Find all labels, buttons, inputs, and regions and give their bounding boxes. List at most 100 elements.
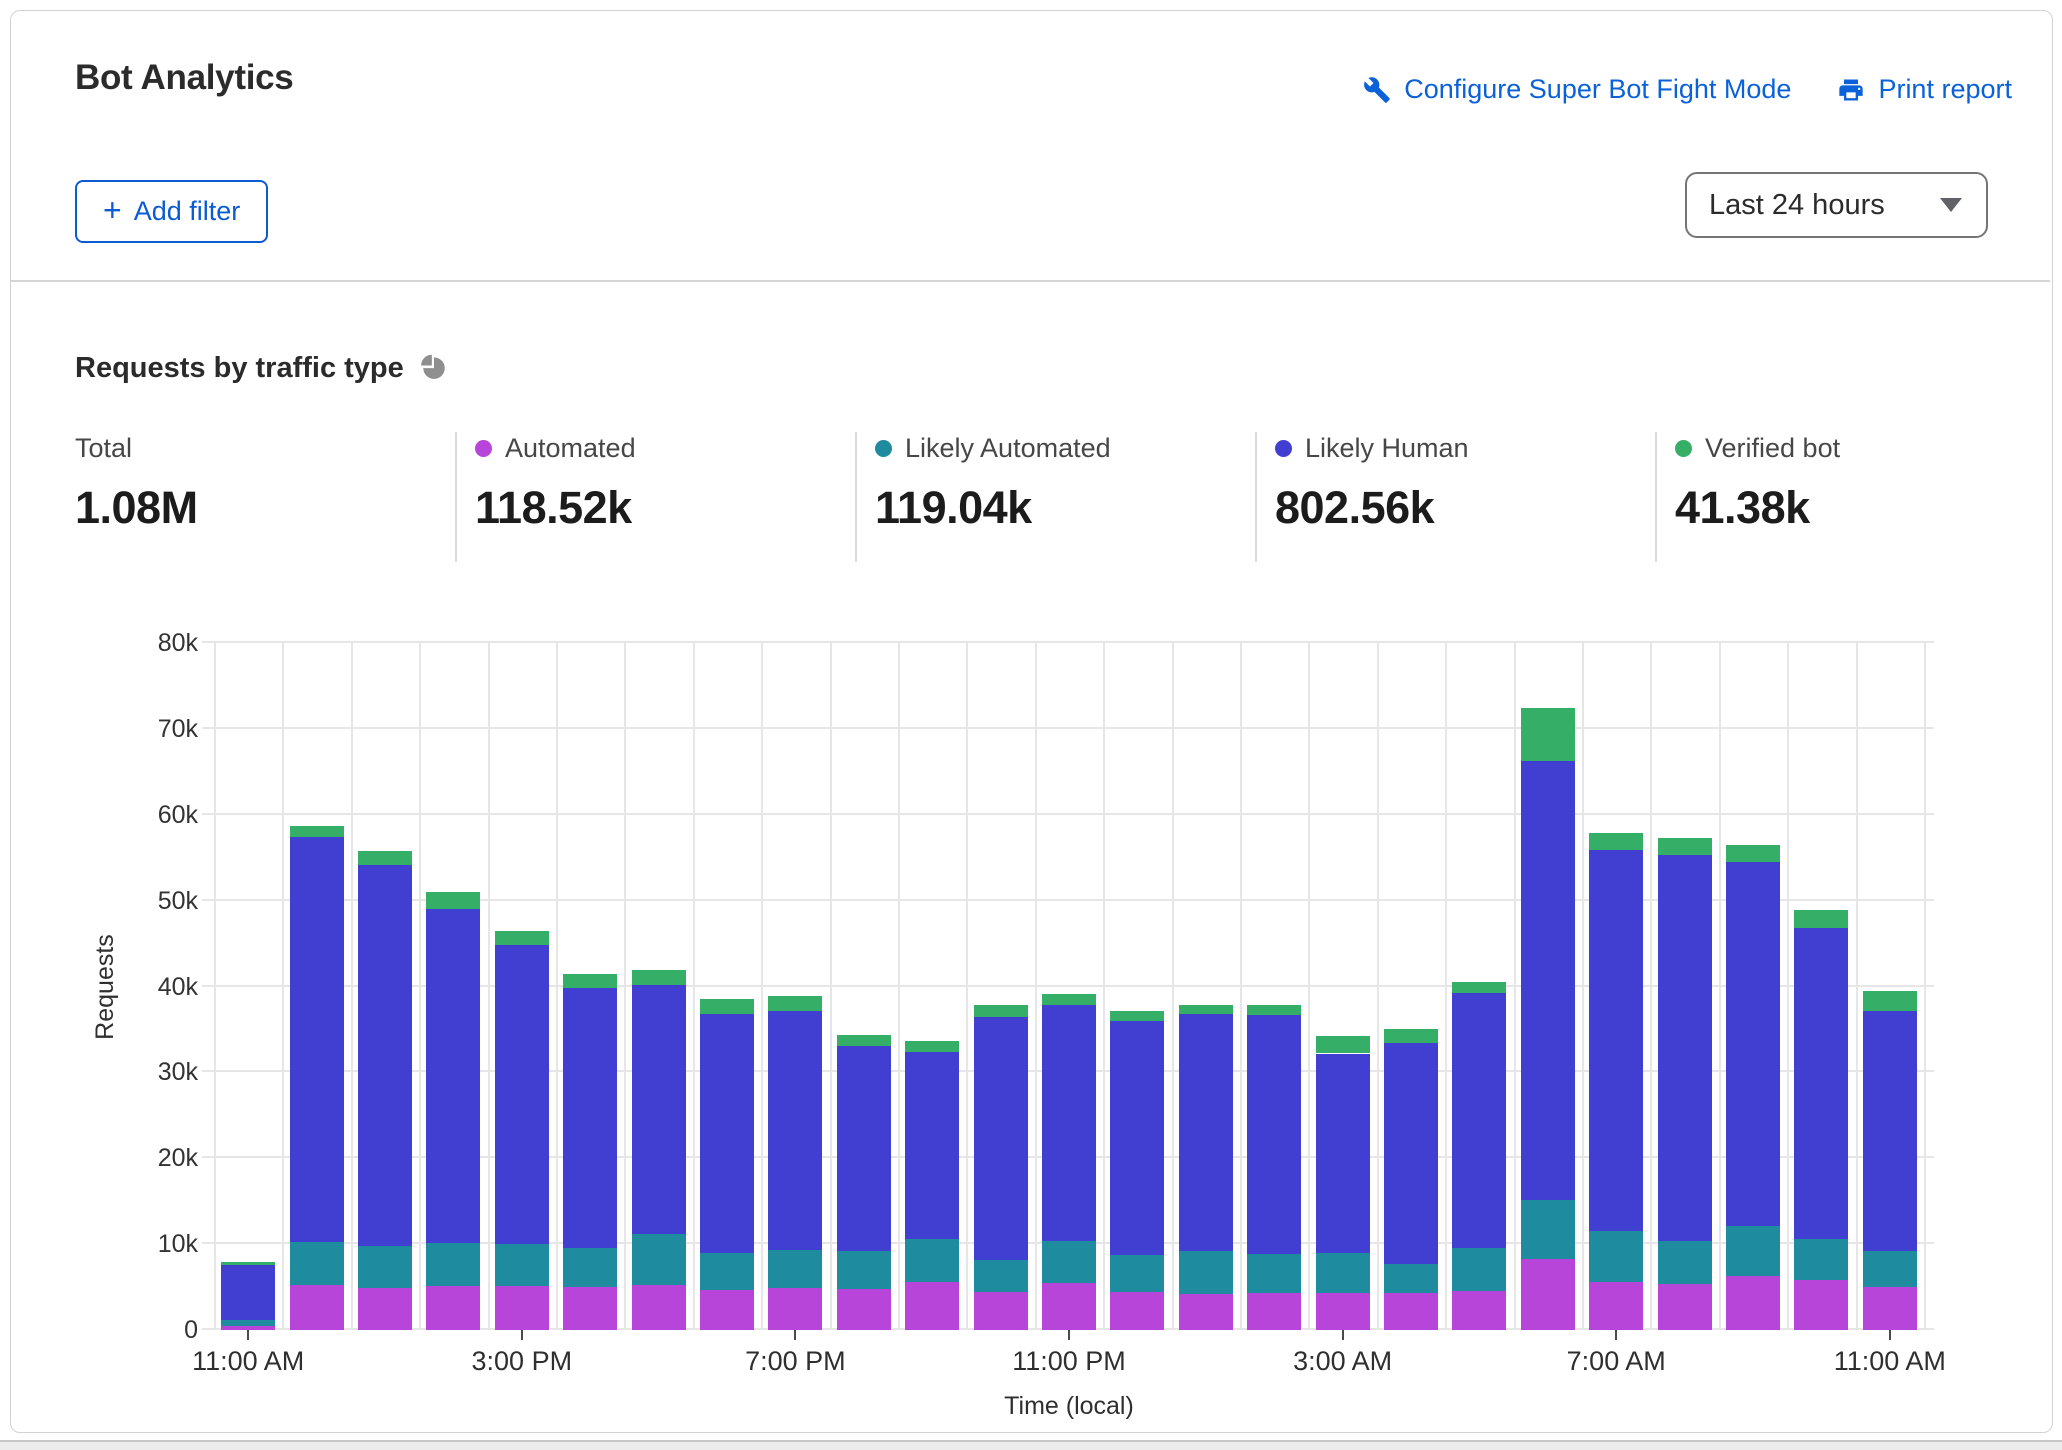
v-gridline (1787, 643, 1789, 1330)
bar-segment-likely-human (358, 865, 412, 1245)
bar-segment-likely-human (700, 1014, 754, 1253)
header-divider (11, 280, 2050, 282)
bar-19-6:00 AM[interactable] (1521, 643, 1575, 1330)
bar-segment-verified-bot (495, 931, 549, 946)
v-gridline (966, 643, 968, 1330)
bar-segment-automated (1863, 1287, 1917, 1330)
bar-2-1:00 PM[interactable] (358, 643, 412, 1330)
time-range-select[interactable]: Last 24 hours (1685, 172, 1988, 238)
bar-13-12:00 AM[interactable] (1110, 643, 1164, 1330)
bar-segment-verified-bot (1589, 833, 1643, 850)
bar-segment-automated (1110, 1292, 1164, 1330)
bar-0-11:00 AM[interactable] (221, 643, 275, 1330)
chevron-down-icon (1940, 198, 1962, 212)
bar-segment-verified-bot (974, 1005, 1028, 1017)
bar-segment-automated (1452, 1291, 1506, 1330)
x-tick-mark (1342, 1330, 1344, 1340)
bar-11-10:00 PM[interactable] (974, 643, 1028, 1330)
bar-12-11:00 PM[interactable] (1042, 643, 1096, 1330)
bar-9-8:00 PM[interactable] (837, 643, 891, 1330)
bar-7-6:00 PM[interactable] (700, 643, 754, 1330)
bar-segment-likely-human (1794, 928, 1848, 1239)
bar-segment-likely-automated (1589, 1231, 1643, 1282)
y-axis-title: Requests (91, 877, 121, 1097)
bar-segment-automated (1316, 1293, 1370, 1330)
bar-segment-verified-bot (426, 892, 480, 909)
bar-segment-verified-bot (358, 851, 412, 866)
bar-segment-verified-bot (1452, 982, 1506, 993)
page-title: Bot Analytics (75, 58, 293, 98)
bar-segment-verified-bot (700, 999, 754, 1014)
bar-segment-likely-automated (1794, 1239, 1848, 1280)
bar-8-7:00 PM[interactable] (768, 643, 822, 1330)
bar-segment-automated (563, 1287, 617, 1330)
bar-segment-likely-human (1042, 1005, 1096, 1240)
bar-segment-automated (426, 1286, 480, 1330)
x-tick-mark (1615, 1330, 1617, 1340)
bar-23-10:00 AM[interactable] (1794, 643, 1848, 1330)
configure-super-bot-fight-mode-link[interactable]: Configure Super Bot Fight Mode (1363, 74, 1791, 105)
bar-segment-automated (1794, 1280, 1848, 1330)
page: Bot Analytics Configure Super Bot Fight … (0, 0, 2062, 1450)
bar-segment-verified-bot (1316, 1036, 1370, 1053)
stat-verified-bot: Verified bot 41.38k (1675, 432, 2035, 534)
bar-segment-automated (1384, 1293, 1438, 1330)
bar-segment-likely-human (1863, 1011, 1917, 1251)
bar-10-9:00 PM[interactable] (905, 643, 959, 1330)
v-gridline (1377, 643, 1379, 1330)
bar-segment-likely-automated (563, 1248, 617, 1288)
bar-segment-likely-human (837, 1046, 891, 1251)
printer-icon (1837, 76, 1865, 104)
section-title-row: Requests by traffic type (75, 352, 448, 385)
bar-segment-likely-human (1179, 1014, 1233, 1251)
bar-segment-automated (700, 1290, 754, 1330)
bar-segment-automated (358, 1288, 412, 1330)
bar-4-3:00 PM[interactable] (495, 643, 549, 1330)
x-tick-mark (1068, 1330, 1070, 1340)
bar-16-3:00 AM[interactable] (1316, 643, 1370, 1330)
bar-segment-likely-automated (974, 1260, 1028, 1293)
bar-segment-verified-bot (1179, 1005, 1233, 1014)
x-tick-mark (521, 1330, 523, 1340)
bar-24-11:00 AM[interactable] (1863, 643, 1917, 1330)
bar-segment-likely-human (1589, 850, 1643, 1231)
bar-segment-automated (1042, 1283, 1096, 1330)
bar-segment-likely-human (221, 1265, 275, 1320)
v-gridline (1650, 643, 1652, 1330)
bar-21-8:00 AM[interactable] (1658, 643, 1712, 1330)
bar-segment-likely-human (563, 988, 617, 1247)
bar-segment-verified-bot (1658, 838, 1712, 855)
bar-6-5:00 PM[interactable] (632, 643, 686, 1330)
bar-segment-likely-human (290, 837, 344, 1241)
bar-3-2:00 PM[interactable] (426, 643, 480, 1330)
bar-18-5:00 AM[interactable] (1452, 643, 1506, 1330)
print-report-link[interactable]: Print report (1837, 74, 2012, 105)
configure-super-bot-fight-mode-label: Configure Super Bot Fight Mode (1404, 74, 1791, 105)
stat-likely-human-value: 802.56k (1275, 482, 1635, 534)
v-gridline (693, 643, 695, 1330)
stat-automated-label: Automated (505, 433, 636, 464)
stat-divider (855, 432, 857, 562)
bar-segment-verified-bot (905, 1041, 959, 1051)
add-filter-button[interactable]: + Add filter (75, 180, 268, 243)
bar-14-1:00 AM[interactable] (1179, 643, 1233, 1330)
bar-segment-verified-bot (768, 996, 822, 1011)
bar-5-4:00 PM[interactable] (563, 643, 617, 1330)
likely-human-legend-dot (1275, 440, 1292, 457)
bar-17-4:00 AM[interactable] (1384, 643, 1438, 1330)
v-gridline (351, 643, 353, 1330)
bar-1-12:00 PM[interactable] (290, 643, 344, 1330)
stat-automated: Automated 118.52k (475, 432, 835, 534)
bar-segment-verified-bot (1110, 1011, 1164, 1021)
bar-22-9:00 AM[interactable] (1726, 643, 1780, 1330)
x-tick-label: 3:00 AM (1243, 1346, 1443, 1377)
bar-15-2:00 AM[interactable] (1247, 643, 1301, 1330)
bar-segment-verified-bot (1863, 991, 1917, 1012)
v-gridline (830, 643, 832, 1330)
stat-divider (1655, 432, 1657, 562)
v-gridline (1514, 643, 1516, 1330)
bar-segment-likely-human (1110, 1021, 1164, 1255)
bar-segment-likely-human (495, 945, 549, 1244)
bar-segment-automated (1179, 1294, 1233, 1330)
bar-20-7:00 AM[interactable] (1589, 643, 1643, 1330)
